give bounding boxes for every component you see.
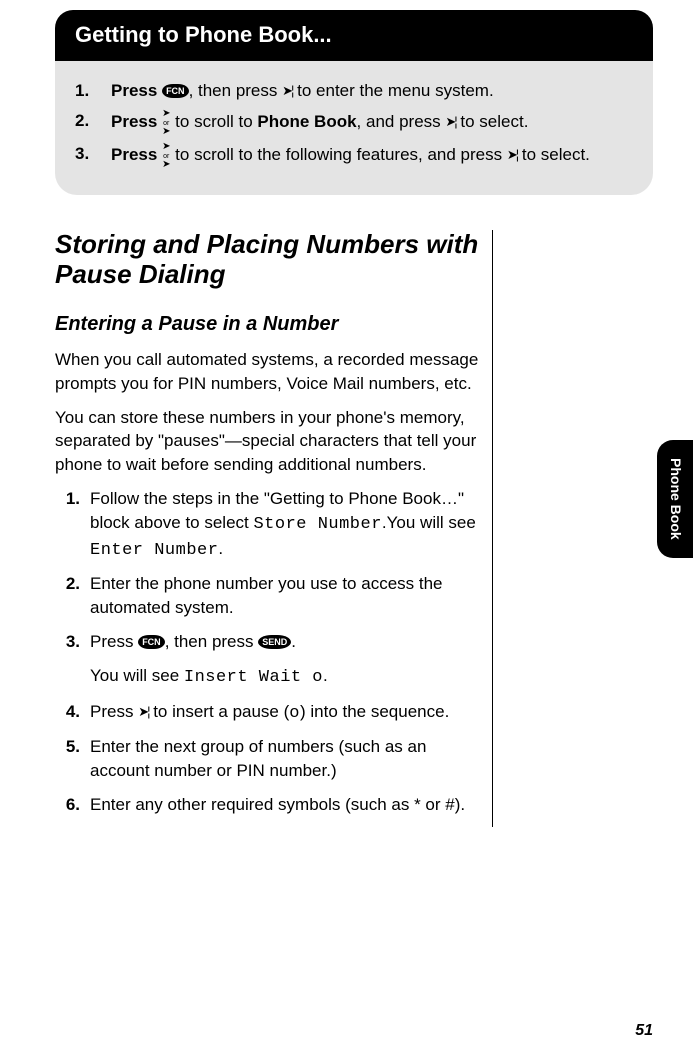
fcn-icon: FCN <box>138 635 165 649</box>
list-item: 2. Enter the phone number you use to acc… <box>85 572 482 620</box>
list-item: 6. Enter any other required symbols (suc… <box>85 793 482 817</box>
page-number: 51 <box>635 1020 653 1042</box>
list-item: 3. Press FCN, then press SEND. You will … <box>85 630 482 690</box>
step-number: 2. <box>55 572 80 596</box>
text: Press <box>90 632 138 651</box>
step-number: 3. <box>75 142 101 169</box>
box-step-3: 3. Press ➤or➤ to scroll to the following… <box>75 142 625 169</box>
box-step-2: 2. Press ➤or➤ to scroll to Phone Book, a… <box>75 109 625 136</box>
text: You will see <box>90 666 184 685</box>
step-number: 5. <box>55 735 80 759</box>
lcd-text: Store Number <box>253 515 381 534</box>
list-item: 1. Follow the steps in the "Getting to P… <box>85 487 482 562</box>
box-step-1: 1. Press FCN, then press ➤¦ to enter the… <box>75 79 625 103</box>
text: Press <box>90 702 138 721</box>
text: .You will see <box>382 513 476 532</box>
page: Getting to Phone Book... 1. Press FCN, t… <box>0 10 693 827</box>
text: Enter the next group of numbers (such as… <box>90 737 426 780</box>
text: Enter any other required symbols (such a… <box>90 795 465 814</box>
arrow-right-icon: ➤¦ <box>445 113 455 131</box>
step-number: 1. <box>55 487 80 511</box>
arrow-right-icon: ➤¦ <box>282 82 292 100</box>
section-title: Storing and Placing Numbers with Pause D… <box>55 230 482 290</box>
step-number: 2. <box>75 109 101 136</box>
text: ) into the sequence. <box>300 702 449 721</box>
step-text: Press ➤or➤ to scroll to Phone Book, and … <box>111 109 625 136</box>
left-column: Storing and Placing Numbers with Pause D… <box>55 230 493 827</box>
text: , and press <box>357 112 446 131</box>
paragraph: You can store these numbers in your phon… <box>55 406 482 477</box>
subsection-title: Entering a Pause in a Number <box>55 310 482 338</box>
press-label: Press <box>111 81 157 100</box>
press-label: Press <box>111 112 157 131</box>
side-tab-phone-book: Phone Book <box>657 440 693 558</box>
text: to scroll to the following features, and… <box>170 145 506 164</box>
text: to enter the menu system. <box>292 81 493 100</box>
lcd-text: Enter Number <box>90 541 218 560</box>
fcn-icon: FCN <box>162 84 189 98</box>
arrow-right-icon: ➤¦ <box>507 146 517 164</box>
press-label: Press <box>111 145 157 164</box>
text: to select. <box>456 112 529 131</box>
text: , then press <box>189 81 283 100</box>
step-number: 1. <box>75 79 101 103</box>
list-item: 4. Press ➤¦ to insert a pause (o) into t… <box>85 700 482 726</box>
sub-paragraph: You will see Insert Wait o. <box>90 664 482 690</box>
step-text: Press ➤or➤ to scroll to the following fe… <box>111 142 625 169</box>
step-text: Press FCN, then press ➤¦ to enter the me… <box>111 79 625 103</box>
send-icon: SEND <box>258 635 291 649</box>
text: to insert a pause ( <box>148 702 289 721</box>
body-steps: 1. Follow the steps in the "Getting to P… <box>55 487 482 817</box>
text: to scroll to <box>170 112 257 131</box>
text: to select. <box>517 145 590 164</box>
text: . <box>323 666 328 685</box>
paragraph: When you call automated systems, a recor… <box>55 348 482 396</box>
text: . <box>218 539 223 558</box>
right-column <box>513 230 653 827</box>
phone-book-label: Phone Book <box>257 112 356 131</box>
step-number: 6. <box>55 793 80 817</box>
step-number: 3. <box>55 630 80 654</box>
step-number: 4. <box>55 700 80 724</box>
text: Enter the phone number you use to access… <box>90 574 443 617</box>
arrow-right-icon: ➤¦ <box>138 703 148 721</box>
getting-to-box: 1. Press FCN, then press ➤¦ to enter the… <box>55 61 653 195</box>
content-row: Storing and Placing Numbers with Pause D… <box>55 230 653 827</box>
text: . <box>291 632 296 651</box>
lcd-text: Insert Wait o <box>184 668 323 687</box>
banner-title: Getting to Phone Book... <box>55 10 653 61</box>
lcd-text: o <box>289 704 300 723</box>
list-item: 5. Enter the next group of numbers (such… <box>85 735 482 783</box>
text: , then press <box>165 632 259 651</box>
